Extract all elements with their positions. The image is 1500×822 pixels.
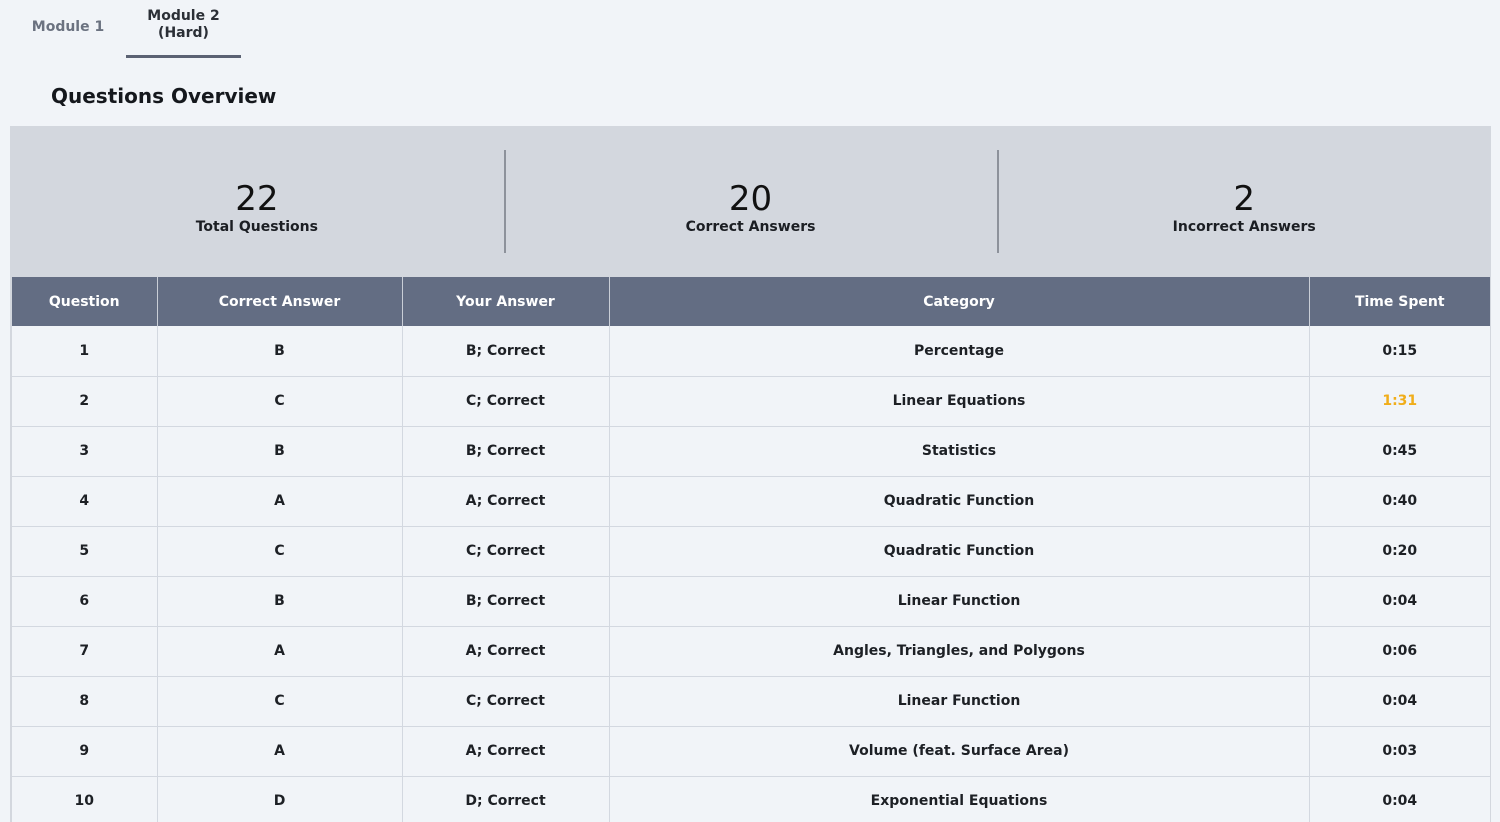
cell-question-number: 3 bbox=[12, 426, 158, 477]
cell-time-spent: 0:03 bbox=[1309, 726, 1490, 777]
cell-category: Quadratic Function bbox=[609, 476, 1310, 527]
cell-time-spent: 0:15 bbox=[1309, 326, 1490, 377]
table-row[interactable]: 1 B B; Correct Percentage 0:15 bbox=[12, 326, 1490, 377]
stat-correct-answers: 20 Correct Answers bbox=[503, 126, 998, 277]
col-header-category: Category bbox=[609, 277, 1310, 326]
cell-your-answer: C; Correct bbox=[402, 526, 610, 577]
section-title: Questions Overview bbox=[51, 84, 277, 108]
col-header-correct-answer: Correct Answer bbox=[157, 277, 403, 326]
table-row[interactable]: 7 A A; Correct Angles, Triangles, and Polyg… bbox=[12, 626, 1490, 677]
cell-category: Quadratic Function bbox=[609, 526, 1310, 577]
cell-correct-answer: A bbox=[157, 476, 403, 527]
cell-your-answer: B; Correct bbox=[402, 576, 610, 627]
cell-correct-answer: B bbox=[157, 426, 403, 477]
cell-your-answer: C; Correct bbox=[402, 676, 610, 727]
cell-your-answer: B; Correct bbox=[402, 326, 610, 377]
col-header-your-answer: Your Answer bbox=[402, 277, 610, 326]
table-row[interactable]: 8 C C; Correct Linear Function 0:04 bbox=[12, 676, 1490, 727]
cell-category: Linear Equations bbox=[609, 376, 1310, 427]
cell-category: Angles, Triangles, and Polygons bbox=[609, 626, 1310, 677]
cell-correct-answer: C bbox=[157, 676, 403, 727]
cell-time-spent: 0:20 bbox=[1309, 526, 1490, 577]
cell-category: Linear Function bbox=[609, 576, 1310, 627]
cell-your-answer: A; Correct bbox=[402, 626, 610, 677]
cell-correct-answer: B bbox=[157, 326, 403, 377]
cell-question-number: 5 bbox=[12, 526, 158, 577]
cell-category: Exponential Equations bbox=[609, 776, 1310, 822]
cell-correct-answer: A bbox=[157, 626, 403, 677]
cell-correct-answer: C bbox=[157, 526, 403, 577]
cell-question-number: 4 bbox=[12, 476, 158, 527]
cell-category: Volume (feat. Surface Area) bbox=[609, 726, 1310, 777]
cell-question-number: 7 bbox=[12, 626, 158, 677]
cell-time-spent: 1:31 bbox=[1309, 376, 1490, 427]
cell-category: Percentage bbox=[609, 326, 1310, 377]
col-header-time-spent: Time Spent bbox=[1309, 277, 1490, 326]
cell-your-answer: A; Correct bbox=[402, 476, 610, 527]
table-row[interactable]: 4 A A; Correct Quadratic Function 0:40 bbox=[12, 476, 1490, 527]
cell-time-spent: 0:04 bbox=[1309, 676, 1490, 727]
table-row[interactable]: 10 D D; Correct Exponential Equations 0:04 bbox=[12, 776, 1490, 822]
cell-correct-answer: C bbox=[157, 376, 403, 427]
overview-card: 22 Total Questions 20 Correct Answers 2 … bbox=[10, 126, 1491, 822]
cell-your-answer: C; Correct bbox=[402, 376, 610, 427]
stat-total-questions-value: 22 bbox=[235, 178, 279, 219]
questions-table: Question Correct Answer Your Answer Cate… bbox=[12, 277, 1490, 822]
stat-total-questions-label: Total Questions bbox=[195, 218, 318, 235]
stat-incorrect-answers: 2 Incorrect Answers bbox=[997, 126, 1491, 277]
cell-question-number: 10 bbox=[12, 776, 158, 822]
cell-time-spent: 0:04 bbox=[1309, 776, 1490, 822]
col-header-question: Question bbox=[12, 277, 158, 326]
stat-incorrect-answers-value: 2 bbox=[1233, 178, 1255, 219]
cell-correct-answer: B bbox=[157, 576, 403, 627]
stat-incorrect-answers-label: Incorrect Answers bbox=[1172, 218, 1316, 235]
table-row[interactable]: 2 C C; Correct Linear Equations 1:31 bbox=[12, 376, 1490, 427]
cell-your-answer: A; Correct bbox=[402, 726, 610, 777]
cell-category: Statistics bbox=[609, 426, 1310, 477]
cell-category: Linear Function bbox=[609, 676, 1310, 727]
cell-question-number: 8 bbox=[12, 676, 158, 727]
cell-question-number: 1 bbox=[12, 326, 158, 377]
tab-module-2[interactable]: Module 2 (Hard) bbox=[126, 0, 241, 58]
table-row[interactable]: 6 B B; Correct Linear Function 0:04 bbox=[12, 576, 1490, 627]
cell-time-spent: 0:04 bbox=[1309, 576, 1490, 627]
table-header-row: Question Correct Answer Your Answer Cate… bbox=[12, 277, 1490, 326]
table-row[interactable]: 9 A A; Correct Volume (feat. Surface Area) 0… bbox=[12, 726, 1490, 777]
stat-correct-answers-value: 20 bbox=[728, 178, 773, 219]
summary-stats: 22 Total Questions 20 Correct Answers 2 … bbox=[10, 126, 1491, 277]
tab-module-1-label: Module 1 bbox=[31, 18, 105, 35]
cell-time-spent: 0:40 bbox=[1309, 476, 1490, 527]
cell-your-answer: B; Correct bbox=[402, 426, 610, 477]
stat-total-questions: 22 Total Questions bbox=[10, 126, 504, 277]
cell-time-spent: 0:06 bbox=[1309, 626, 1490, 677]
table-row[interactable]: 3 B B; Correct Statistics 0:45 bbox=[12, 426, 1490, 477]
module-tabs: Module 1 Module 2 (Hard) bbox=[0, 0, 400, 62]
tab-module-1[interactable]: Module 1 bbox=[22, 0, 114, 54]
cell-correct-answer: D bbox=[157, 776, 403, 822]
cell-question-number: 6 bbox=[12, 576, 158, 627]
cell-time-spent: 0:45 bbox=[1309, 426, 1490, 477]
cell-correct-answer: A bbox=[157, 726, 403, 777]
cell-your-answer: D; Correct bbox=[402, 776, 610, 822]
table-row[interactable]: 5 C C; Correct Quadratic Function 0:20 bbox=[12, 526, 1490, 577]
tab-module-2-label: Module 2 (Hard) bbox=[147, 7, 220, 41]
stat-correct-answers-label: Correct Answers bbox=[685, 218, 816, 235]
table-body: 1 B B; Correct Percentage 0:15 2 C C; Correct Li… bbox=[12, 326, 1490, 822]
cell-question-number: 2 bbox=[12, 376, 158, 427]
cell-question-number: 9 bbox=[12, 726, 158, 777]
